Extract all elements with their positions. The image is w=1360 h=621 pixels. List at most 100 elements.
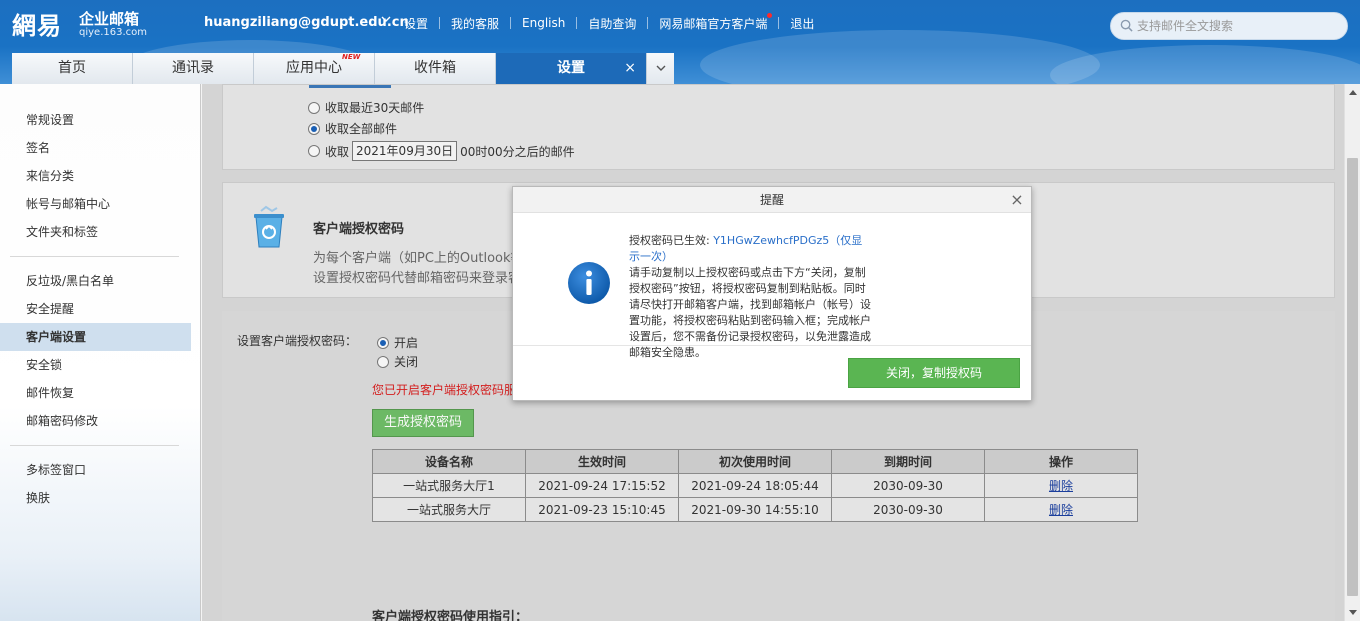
reminder-dialog: 提醒 × 授权密码已生效: Y1HGwZewhcfPDGz5（仅显示一次） 请手… <box>512 186 1032 401</box>
page-scrollbar[interactable] <box>1344 84 1360 621</box>
cell-device-name: 一站式服务大厅1 <box>372 473 526 498</box>
search-icon <box>1120 19 1133 32</box>
sidebar-item-signature[interactable]: 签名 <box>0 134 191 162</box>
header-cloud-decoration <box>1050 45 1360 84</box>
cell-device-name: 一站式服务大厅 <box>372 497 526 522</box>
dialog-title: 提醒 <box>759 193 784 207</box>
scroll-down-arrow-icon[interactable] <box>1349 610 1357 615</box>
panel-accent <box>309 85 391 88</box>
auth-code-description: 为每个客户端（如PC上的Outlook等）设置授权密码代替邮箱密码来登录客户端 <box>313 251 537 286</box>
chevron-down-icon <box>656 65 665 71</box>
scroll-up-arrow-icon[interactable] <box>1349 90 1357 95</box>
close-tab-icon[interactable]: × <box>624 53 636 84</box>
cell-first-use-time: 2021-09-30 14:55:10 <box>678 497 832 522</box>
nav-customer-service[interactable]: 我的客服 <box>451 15 499 32</box>
user-email[interactable]: huangziliang@gdupt.edu.cn <box>204 15 409 30</box>
radio-enable-auth[interactable] <box>377 336 389 349</box>
generate-auth-code-button[interactable]: 生成授权密码 <box>372 409 474 437</box>
chevron-down-icon[interactable] <box>381 14 391 27</box>
search-box[interactable] <box>1110 12 1348 40</box>
nav-self-query[interactable]: 自助查询 <box>588 15 636 32</box>
tab-settings[interactable]: 设置 × <box>496 53 646 84</box>
option-disable-auth[interactable]: 关闭 <box>377 353 418 370</box>
radio-all-mail[interactable] <box>308 122 320 135</box>
sidebar-item-security-alert[interactable]: 安全提醒 <box>0 295 191 323</box>
sidebar-item-mail-filter[interactable]: 来信分类 <box>0 162 191 190</box>
radio-disable-auth[interactable] <box>377 355 389 368</box>
tab-inbox[interactable]: 收件箱 <box>375 53 496 84</box>
close-copy-auth-code-button[interactable]: 关闭，复制授权码 <box>848 358 1020 388</box>
cell-expiry-time: 2030-09-30 <box>831 473 985 498</box>
client-auth-icon <box>254 205 284 248</box>
tab-home[interactable]: 首页 <box>12 53 133 84</box>
nav-settings[interactable]: 设置 <box>404 15 428 32</box>
sidebar-divider <box>10 445 179 446</box>
option-label: 收取 <box>325 144 350 159</box>
dialog-message: 授权密码已生效: Y1HGwZewhcfPDGz5（仅显示一次） 请手动复制以上… <box>629 233 871 361</box>
col-first-use-time: 初次使用时间 <box>678 449 832 474</box>
close-icon[interactable]: × <box>1009 187 1025 213</box>
sidebar-divider <box>10 256 179 257</box>
auth-code-setting-label: 设置客户端授权密码： <box>237 334 358 348</box>
sidebar-item-change-password[interactable]: 邮箱密码修改 <box>0 407 191 435</box>
auth-code-title: 客户端授权密码 <box>313 222 405 237</box>
nav-official-client[interactable]: 网易邮箱官方客户端 <box>659 12 773 32</box>
sidebar-item-security-lock[interactable]: 安全锁 <box>0 351 191 379</box>
sidebar-item-account-center[interactable]: 帐号与邮箱中心 <box>0 190 191 218</box>
sidebar-item-mail-recovery[interactable]: 邮件恢复 <box>0 379 191 407</box>
col-device-name: 设备名称 <box>372 449 526 474</box>
nav-english[interactable]: English <box>522 16 565 30</box>
sidebar-item-general[interactable]: 常规设置 <box>0 106 191 134</box>
tabs-more-button[interactable] <box>646 53 674 84</box>
scrollbar-thumb[interactable] <box>1347 158 1358 596</box>
cell-actions: 删除 <box>984 497 1138 522</box>
logo-domain: qiye.163.com <box>79 27 147 38</box>
auth-enabled-warning: 您已开启客户端授权密码服 <box>372 383 512 397</box>
tab-label: 设置 <box>557 60 585 76</box>
auth-code-guide-title: 客户端授权密码使用指引： <box>372 610 529 621</box>
nav-logout[interactable]: 退出 <box>790 15 814 32</box>
sidebar-item-skin[interactable]: 换肤 <box>0 484 191 512</box>
table-header-row: 设备名称 生效时间 初次使用时间 到期时间 操作 <box>372 449 1138 474</box>
tab-contacts[interactable]: 通讯录 <box>133 53 254 84</box>
tab-label: 首页 <box>58 60 86 76</box>
option-all-mail[interactable]: 收取全部邮件 <box>308 120 397 137</box>
cell-actions: 删除 <box>984 473 1138 498</box>
sidebar-item-folders-labels[interactable]: 文件夹和标签 <box>0 218 191 246</box>
cell-effective-time: 2021-09-23 15:10:45 <box>525 497 679 522</box>
radio-recent-30-days[interactable] <box>308 101 320 114</box>
auth-code-prefix: 授权密码已生效: <box>629 234 714 247</box>
col-actions: 操作 <box>984 449 1138 474</box>
radio-since-date[interactable] <box>308 145 320 157</box>
dialog-header: 提醒 × <box>513 187 1031 213</box>
new-badge: NEW <box>342 53 361 61</box>
search-input[interactable] <box>1137 16 1337 36</box>
sidebar-item-antispam[interactable]: 反垃圾/黑白名单 <box>0 267 191 295</box>
option-recent-30-days[interactable]: 收取最近30天邮件 <box>308 99 424 116</box>
logo[interactable]: 網易 企业邮箱 qiye.163.com <box>12 6 152 40</box>
date-field[interactable]: 2021年09月30日 <box>352 141 458 161</box>
sidebar-item-client-settings[interactable]: 客户端设置 <box>0 323 191 351</box>
settings-sidebar: 常规设置 签名 来信分类 帐号与邮箱中心 文件夹和标签 反垃圾/黑白名单 安全提… <box>0 84 201 621</box>
option-since-date[interactable]: 收取 2021年09月30日 00时00分之后的邮件 <box>308 141 575 161</box>
dialog-divider <box>513 345 1031 346</box>
option-label: 关闭 <box>394 355 419 369</box>
nav-official-client-label: 网易邮箱官方客户端 <box>659 16 768 31</box>
cell-expiry-time: 2030-09-30 <box>831 497 985 522</box>
option-enable-auth[interactable]: 开启 <box>377 334 418 351</box>
nav-divider <box>510 17 512 29</box>
delete-link[interactable]: 删除 <box>1049 503 1073 517</box>
delete-link[interactable]: 删除 <box>1049 479 1073 493</box>
sidebar-item-multi-tab[interactable]: 多标签窗口 <box>0 456 191 484</box>
tab-label: 应用中心 <box>286 60 342 76</box>
option-label: 收取全部邮件 <box>325 122 398 136</box>
cell-effective-time: 2021-09-24 17:15:52 <box>525 473 679 498</box>
col-expiry-time: 到期时间 <box>831 449 985 474</box>
notification-dot <box>767 12 773 18</box>
tab-label: 收件箱 <box>414 60 456 76</box>
info-icon <box>568 262 610 304</box>
auth-code-table: 设备名称 生效时间 初次使用时间 到期时间 操作 一站式服务大厅1 2021-0… <box>372 449 1138 522</box>
tab-app-center[interactable]: 应用中心 NEW <box>254 53 375 84</box>
nav-divider <box>439 17 441 29</box>
option-label: 00时00分之后的邮件 <box>460 144 575 159</box>
